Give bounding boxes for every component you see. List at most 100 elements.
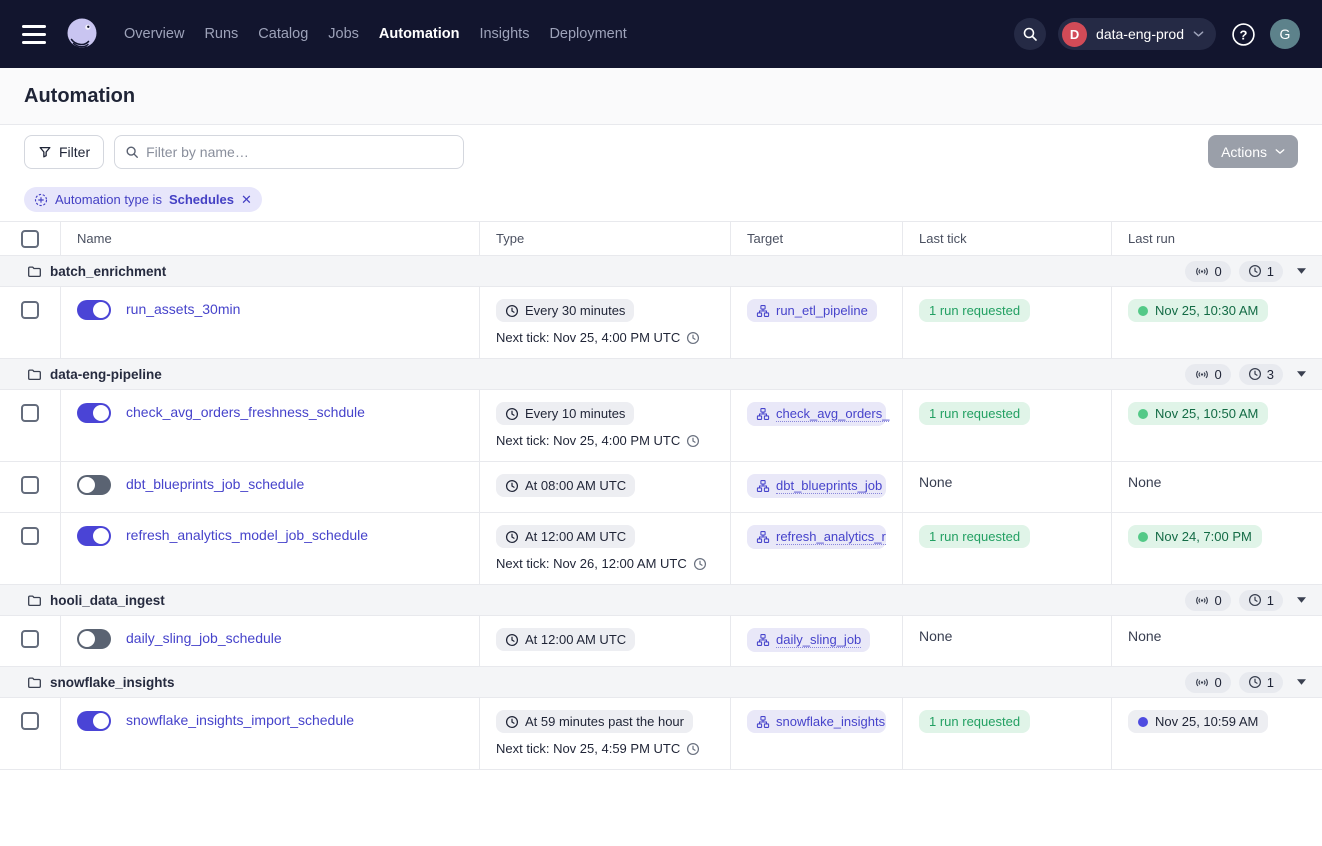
type-cell: At 08:00 AM UTC — [480, 462, 731, 512]
clock-icon — [1248, 593, 1262, 607]
nav-item-catalog[interactable]: Catalog — [258, 26, 308, 42]
row-checkbox[interactable] — [21, 712, 39, 730]
dagster-logo-icon[interactable] — [62, 14, 102, 54]
target-label: check_avg_orders_ — [776, 406, 889, 422]
target-link[interactable]: run_etl_pipeline — [747, 299, 877, 322]
last-run-badge[interactable]: Nov 25, 10:59 AM — [1128, 710, 1268, 733]
target-cell: snowflake_insights — [731, 698, 903, 769]
clock-icon — [686, 742, 700, 756]
schedule-toggle[interactable] — [77, 300, 111, 320]
chip-close-icon[interactable]: ✕ — [241, 192, 252, 208]
clock-icon — [505, 407, 519, 421]
target-label: snowflake_insights — [776, 714, 885, 729]
target-link[interactable]: check_avg_orders_ — [747, 402, 886, 426]
sensor-count-badge: 0 — [1185, 590, 1231, 611]
row-checkbox[interactable] — [21, 476, 39, 494]
nav-item-automation[interactable]: Automation — [379, 26, 460, 42]
collapse-caret-icon[interactable] — [1297, 371, 1306, 377]
row-checkbox[interactable] — [21, 404, 39, 422]
type-cell: Every 10 minutesNext tick: Nov 25, 4:00 … — [480, 390, 731, 461]
column-header-name: Name — [61, 222, 480, 255]
name-filter-input[interactable] — [146, 144, 453, 160]
sensor-count: 0 — [1215, 367, 1222, 382]
group-name: data-eng-pipeline — [50, 367, 162, 382]
schedule-name-link[interactable]: daily_sling_job_schedule — [126, 629, 282, 646]
target-link[interactable]: snowflake_insights — [747, 710, 886, 733]
last-tick-cell: 1 run requested — [903, 698, 1112, 769]
sensor-icon — [1194, 676, 1210, 689]
last-run-badge[interactable]: Nov 24, 7:00 PM — [1128, 525, 1262, 548]
next-tick-text: Next tick: Nov 25, 4:59 PM UTC — [496, 741, 680, 756]
schedule-toggle[interactable] — [77, 629, 111, 649]
target-link[interactable]: dbt_blueprints_job — [747, 474, 886, 498]
name-filter-field — [114, 135, 464, 169]
target-label: run_etl_pipeline — [776, 303, 868, 318]
last-tick-status-badge[interactable]: 1 run requested — [919, 402, 1030, 425]
filter-chip-value: Schedules — [169, 192, 234, 207]
nav-item-overview[interactable]: Overview — [124, 26, 184, 42]
last-tick-cell: 1 run requested — [903, 390, 1112, 461]
target-link[interactable]: daily_sling_job — [747, 628, 870, 652]
last-tick-status-badge[interactable]: 1 run requested — [919, 710, 1030, 733]
last-run-badge[interactable]: Nov 25, 10:50 AM — [1128, 402, 1268, 425]
page-title: Automation — [24, 85, 135, 108]
chevron-down-icon — [1193, 30, 1204, 38]
toolbar: Filter Actions — [0, 125, 1322, 178]
last-tick-status-badge[interactable]: 1 run requested — [919, 299, 1030, 322]
menu-icon[interactable] — [22, 25, 46, 44]
group-name: batch_enrichment — [50, 264, 166, 279]
last-tick-status-badge[interactable]: 1 run requested — [919, 525, 1030, 548]
nav-item-deployment[interactable]: Deployment — [549, 26, 626, 42]
name-cell: dbt_blueprints_job_schedule — [61, 462, 480, 512]
table-row: snowflake_insights_import_scheduleAt 59 … — [0, 698, 1322, 770]
automation-type-filter-chip[interactable]: Automation type is Schedules ✕ — [24, 187, 262, 212]
name-cell: daily_sling_job_schedule — [61, 616, 480, 666]
last-run-badge[interactable]: Nov 25, 10:30 AM — [1128, 299, 1268, 322]
schedule-name-link[interactable]: check_avg_orders_freshness_schdule — [126, 403, 365, 420]
schedule-toggle[interactable] — [77, 475, 111, 495]
group-header-row[interactable]: hooli_data_ingest01 — [0, 585, 1322, 616]
select-all-checkbox[interactable] — [21, 230, 39, 248]
row-checkbox[interactable] — [21, 630, 39, 648]
actions-button[interactable]: Actions — [1208, 135, 1298, 168]
schedule-toggle[interactable] — [77, 711, 111, 731]
column-header-type: Type — [480, 222, 731, 255]
schedule-name-link[interactable]: run_assets_30min — [126, 300, 240, 317]
schedule-type-pill: Every 30 minutes — [496, 299, 634, 322]
schedule-name-link[interactable]: dbt_blueprints_job_schedule — [126, 475, 304, 492]
name-cell: snowflake_insights_import_schedule — [61, 698, 480, 769]
schedule-name-link[interactable]: snowflake_insights_import_schedule — [126, 711, 354, 728]
clock-icon — [505, 530, 519, 544]
schedule-toggle[interactable] — [77, 526, 111, 546]
deployment-switcher[interactable]: D data-eng-prod — [1058, 18, 1216, 50]
last-run-cell: None — [1112, 616, 1322, 666]
row-checkbox[interactable] — [21, 301, 39, 319]
last-run-cell: Nov 25, 10:59 AM — [1112, 698, 1322, 769]
collapse-caret-icon[interactable] — [1297, 597, 1306, 603]
schedule-toggle[interactable] — [77, 403, 111, 423]
table-header-row: Name Type Target Last tick Last run — [0, 222, 1322, 256]
group-header-row[interactable]: batch_enrichment01 — [0, 256, 1322, 287]
collapse-caret-icon[interactable] — [1297, 679, 1306, 685]
search-button[interactable] — [1014, 18, 1046, 50]
group-header-row[interactable]: snowflake_insights01 — [0, 667, 1322, 698]
help-button[interactable]: ? — [1228, 19, 1258, 49]
nav-item-insights[interactable]: Insights — [479, 26, 529, 42]
filter-button[interactable]: Filter — [24, 135, 104, 169]
target-cell: daily_sling_job — [731, 616, 903, 666]
schedule-type-label: Every 10 minutes — [525, 406, 625, 421]
last-tick-cell: 1 run requested — [903, 513, 1112, 584]
nav-item-jobs[interactable]: Jobs — [328, 26, 359, 42]
user-avatar[interactable]: G — [1270, 19, 1300, 49]
target-link[interactable]: refresh_analytics_r — [747, 525, 886, 549]
schedule-name-link[interactable]: refresh_analytics_model_job_schedule — [126, 526, 368, 543]
row-checkbox-cell — [0, 616, 61, 666]
row-checkbox[interactable] — [21, 527, 39, 545]
run-status-dot-icon — [1138, 532, 1148, 542]
row-checkbox-cell — [0, 390, 61, 461]
nav-item-runs[interactable]: Runs — [204, 26, 238, 42]
collapse-caret-icon[interactable] — [1297, 268, 1306, 274]
group-header-row[interactable]: data-eng-pipeline03 — [0, 359, 1322, 390]
sensor-count-badge: 0 — [1185, 672, 1231, 693]
automation-table-body: batch_enrichment01 run_assets_30min Every … — [0, 256, 1322, 770]
